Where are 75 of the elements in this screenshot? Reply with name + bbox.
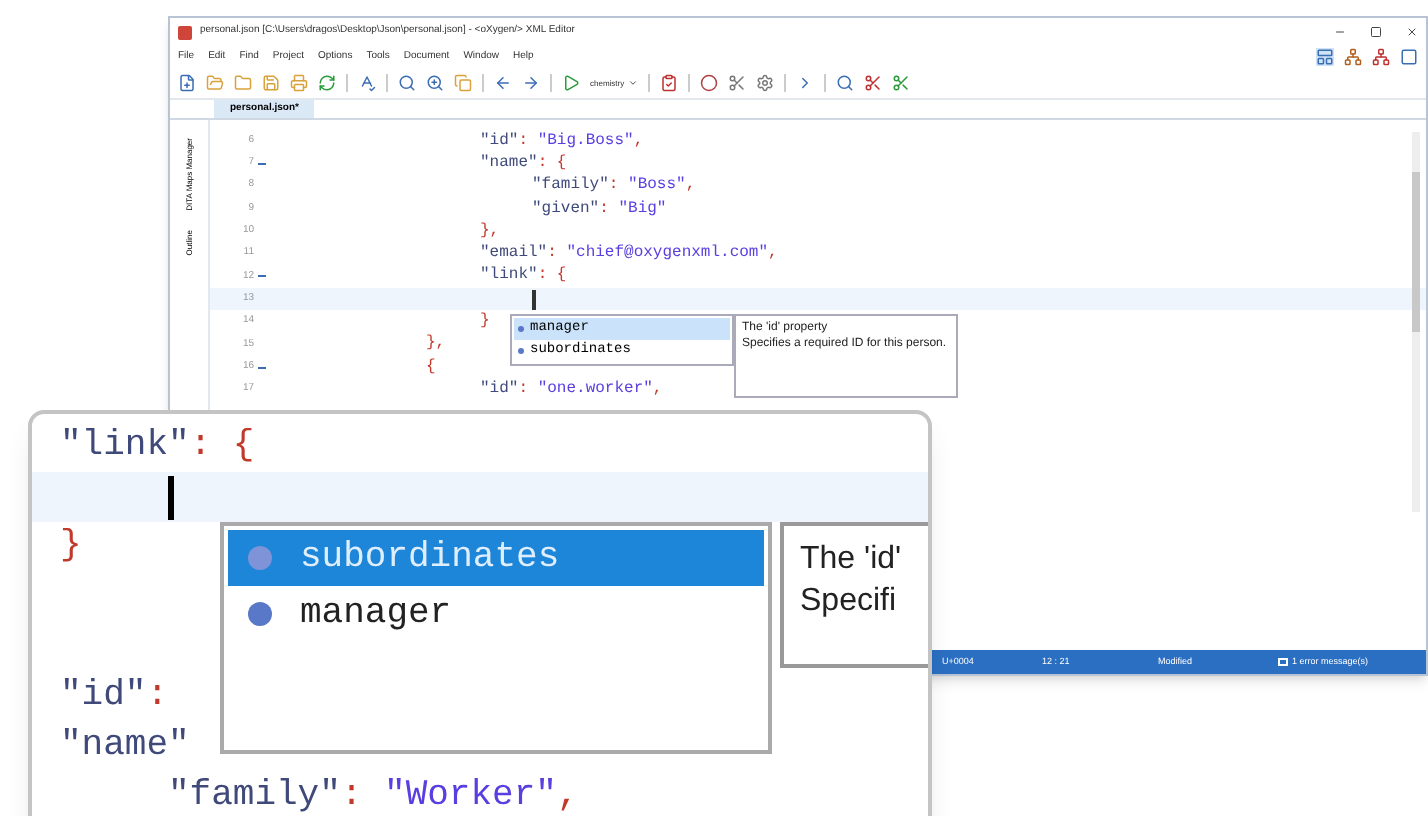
- code-token: "Big": [618, 197, 667, 222]
- code-token: }: [60, 524, 82, 570]
- maximize-icon[interactable]: [1370, 26, 1382, 38]
- perspective-icon[interactable]: [1400, 48, 1418, 66]
- fold-icon[interactable]: [258, 365, 266, 370]
- close-icon[interactable]: [1406, 26, 1418, 38]
- caret-icon: [628, 78, 639, 88]
- code-token: "name": [60, 724, 190, 770]
- code-token: "family": [532, 174, 609, 199]
- tooltip-text: Specifi: [800, 582, 899, 622]
- code-token: : {: [537, 264, 567, 289]
- perspective-icon[interactable]: [1372, 48, 1390, 66]
- code-token: :: [608, 174, 621, 199]
- property-icon: [518, 326, 524, 332]
- code-token: ,: [768, 242, 778, 267]
- code-token: : {: [189, 424, 255, 470]
- code-token: "Big.Boss": [537, 129, 634, 154]
- scissors-icon[interactable]: [728, 74, 747, 92]
- run-icon[interactable]: [562, 74, 580, 92]
- code-token: ,: [556, 774, 579, 816]
- code-token: :: [340, 774, 365, 816]
- forward-icon[interactable]: [522, 74, 540, 92]
- fold-icon[interactable]: [258, 274, 266, 279]
- record-icon[interactable]: [700, 74, 719, 92]
- code-token: "email": [480, 242, 548, 266]
- code-token: "chief@oxygenxml.com": [566, 242, 769, 267]
- perspective-icon[interactable]: [1344, 48, 1362, 66]
- zoom-icon[interactable]: [426, 74, 444, 92]
- code-token: "id": [60, 674, 147, 720]
- completion-item[interactable]: manager: [228, 586, 764, 642]
- toolbar-icon[interactable]: [318, 74, 336, 92]
- code-token: :: [518, 377, 531, 402]
- minimize-icon[interactable]: [1334, 26, 1346, 38]
- text-caret: [532, 289, 536, 310]
- property-icon: [518, 348, 524, 354]
- code-token: ,: [652, 377, 663, 402]
- perspective-icon[interactable]: [1316, 48, 1334, 66]
- code-token: }: [480, 310, 490, 335]
- text-caret: [168, 475, 174, 519]
- settings-icon[interactable]: [756, 74, 775, 92]
- code-token: : {: [537, 151, 567, 176]
- code-token: "Worker": [384, 774, 557, 816]
- code-token: ,: [633, 129, 644, 154]
- search-icon[interactable]: [836, 74, 855, 92]
- code-token: "id": [480, 377, 519, 402]
- toolbar-icon[interactable]: [178, 74, 196, 92]
- spellcheck-icon[interactable]: [358, 74, 376, 92]
- code-token: "one.worker": [537, 377, 653, 402]
- code-token: "id": [480, 129, 519, 154]
- code-token: :: [547, 242, 558, 267]
- code-token: "link": [60, 424, 190, 470]
- code-token: "given": [532, 197, 600, 222]
- property-icon: [248, 546, 272, 570]
- validate-icon[interactable]: [660, 74, 679, 92]
- vertical-scrollbar[interactable]: [1412, 132, 1420, 512]
- scissors-icon[interactable]: [892, 74, 911, 92]
- scissors-icon[interactable]: [864, 74, 883, 92]
- code-token: "family": [168, 774, 341, 816]
- code-token: "name": [480, 151, 538, 176]
- message-icon: [1278, 658, 1288, 666]
- back-icon[interactable]: [494, 74, 512, 92]
- code-token: :: [599, 197, 611, 222]
- tooltip-title: The 'id': [800, 540, 904, 580]
- app-icon: [178, 25, 192, 39]
- code-token: "link": [480, 264, 538, 289]
- property-icon: [248, 602, 272, 626]
- search-icon[interactable]: [398, 74, 416, 92]
- code-token: "Boss": [628, 174, 686, 199]
- code-token: :: [146, 674, 169, 720]
- code-token: :: [518, 129, 531, 154]
- code-token: },: [426, 332, 446, 357]
- code-token: {: [426, 355, 436, 380]
- fold-icon[interactable]: [258, 161, 266, 166]
- code-token: ,: [685, 174, 696, 199]
- code-token: },: [480, 219, 500, 244]
